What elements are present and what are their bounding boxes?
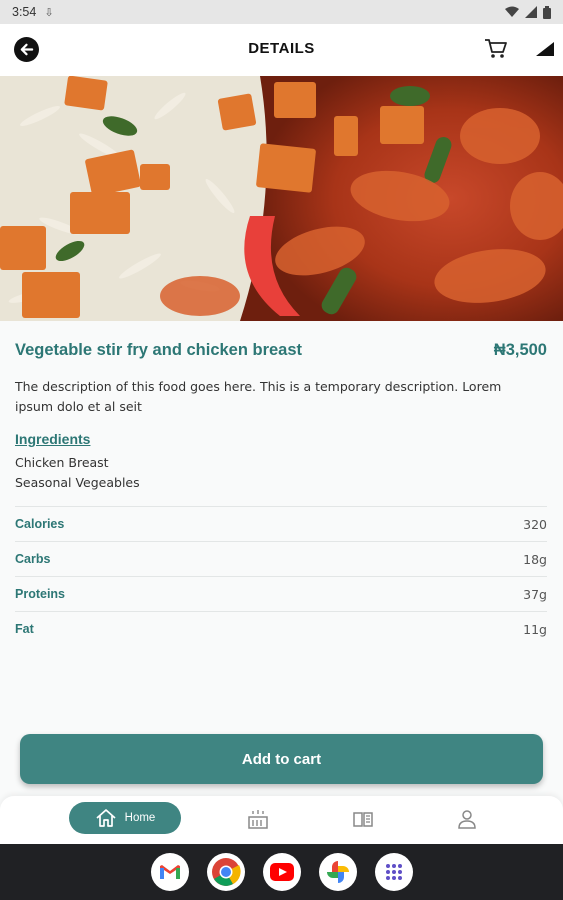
nutrition-label: Proteins [15, 587, 66, 601]
menu-icon[interactable] [247, 808, 269, 830]
book-icon[interactable] [352, 808, 374, 830]
nav-home-label: Home [124, 812, 156, 824]
download-icon: ⇩ [44, 5, 54, 19]
status-bar: 3:54 ⇩ [0, 0, 563, 24]
page-title: DETAILS [248, 40, 315, 57]
status-icons [505, 5, 551, 19]
nutrition-value: 320 [523, 516, 547, 532]
signal-icon [525, 6, 537, 18]
nutrition-row: Carbs 18g [15, 541, 547, 576]
chrome-icon[interactable] [206, 853, 245, 891]
app-drawer-icon[interactable] [374, 853, 413, 891]
nutrition-value: 37g [523, 586, 547, 602]
nutrition-row: Fat 11g [15, 611, 547, 646]
nutrition-row: Proteins 37g [15, 576, 547, 611]
photos-icon[interactable] [318, 853, 357, 891]
signal-icon[interactable] [536, 42, 554, 56]
nutrition-label: Carbs [15, 552, 51, 566]
nav-home[interactable]: Home [69, 802, 181, 834]
profile-icon[interactable] [456, 808, 478, 830]
nutrition-value: 18g [523, 551, 547, 567]
youtube-icon[interactable] [262, 853, 301, 891]
ingredient-item: Seasonal Vegeables [15, 475, 140, 490]
nutrition-value: 11g [523, 621, 547, 637]
gmail-icon[interactable] [150, 853, 189, 891]
food-price: ₦3,500 [493, 341, 547, 359]
ingredients-list: Chicken Breast Seasonal Vegeables [15, 453, 140, 493]
food-image [0, 76, 563, 321]
nutrition-label: Calories [15, 517, 65, 531]
bottom-nav: Home [0, 796, 563, 844]
top-app-bar: DETAILS [0, 24, 563, 76]
home-icon [96, 809, 116, 827]
battery-icon [543, 5, 551, 19]
status-time: 3:54 [12, 5, 37, 19]
nutrition-table: Calories 320 Carbs 18g Proteins 37g Fat … [15, 506, 547, 646]
food-description: The description of this food goes here. … [15, 379, 502, 414]
add-to-cart-button[interactable]: Add to cart [20, 734, 543, 784]
system-dock [0, 844, 563, 900]
wifi-icon [505, 6, 519, 17]
nutrition-row: Calories 320 [15, 506, 547, 541]
food-name: Vegetable stir fry and chicken breast [15, 341, 303, 359]
ingredients-title: Ingredients [15, 431, 91, 447]
nutrition-label: Fat [15, 622, 34, 636]
ingredient-item: Chicken Breast [15, 455, 109, 470]
cart-icon[interactable] [484, 38, 508, 60]
